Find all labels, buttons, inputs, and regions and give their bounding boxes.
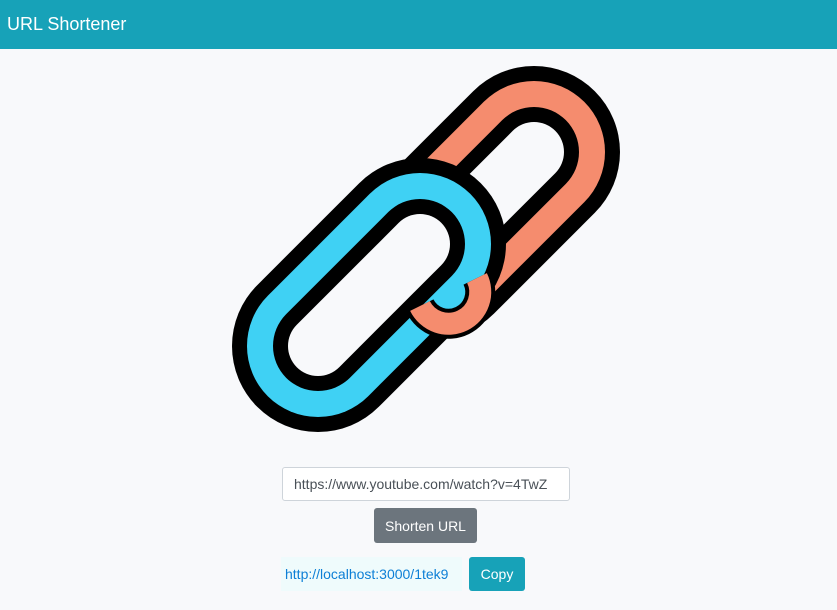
back-link-shape: [347, 66, 620, 339]
copy-button[interactable]: Copy: [469, 557, 525, 591]
front-link-shape: [232, 158, 506, 432]
short-url-result: http://localhost:3000/1tek9: [281, 557, 462, 591]
shorten-url-button[interactable]: Shorten URL: [374, 508, 477, 543]
navbar: URL Shortener: [0, 0, 837, 49]
app-title[interactable]: URL Shortener: [7, 13, 126, 35]
link-overlap-shape: [406, 271, 496, 339]
url-input[interactable]: [282, 467, 570, 501]
short-url-link[interactable]: http://localhost:3000/1tek9: [285, 566, 448, 582]
